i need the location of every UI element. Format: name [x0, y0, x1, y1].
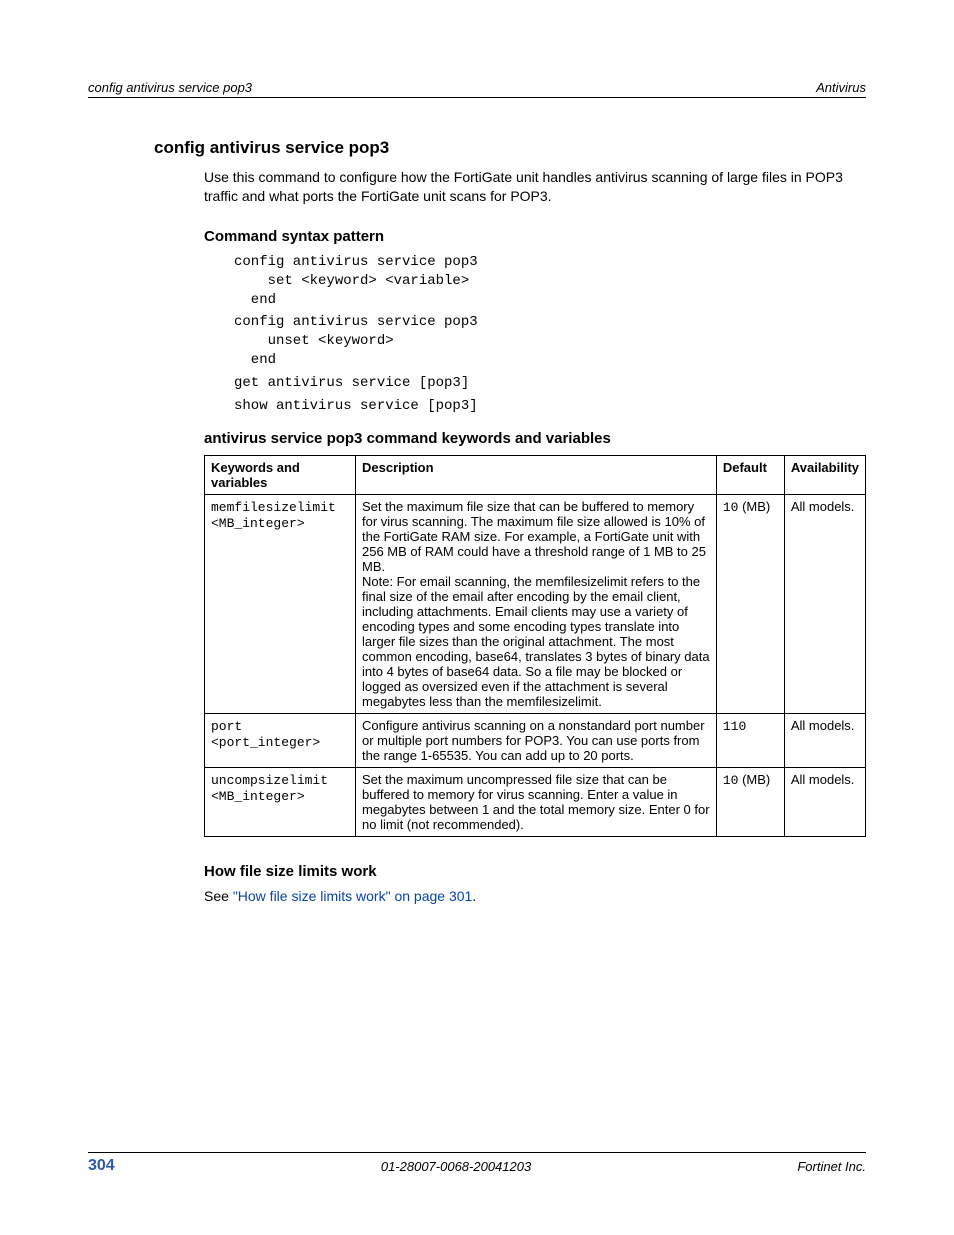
th-description: Description [356, 455, 717, 494]
code-line-show: show antivirus service [pop3] [234, 397, 866, 416]
table-header-row: Keywords and variables Description Defau… [205, 455, 866, 494]
footer-company: Fortinet Inc. [797, 1159, 866, 1174]
intro-text: Use this command to configure how the Fo… [204, 168, 866, 206]
table-row: uncompsizelimit <MB_integer> Set the max… [205, 767, 866, 836]
th-keywords: Keywords and variables [205, 455, 356, 494]
default-mono: 10 [723, 500, 739, 515]
howworks-heading: How file size limits work [204, 863, 866, 880]
table-row: port <port_integer> Configure antivirus … [205, 713, 866, 767]
cell-keyword: port <port_integer> [205, 713, 356, 767]
howworks-suffix: . [472, 888, 476, 904]
cell-avail: All models. [784, 713, 865, 767]
kw-arg: <MB_integer> [211, 516, 305, 531]
syntax-heading: Command syntax pattern [204, 228, 866, 245]
header-left: config antivirus service pop3 [88, 80, 252, 95]
cell-desc: Set the maximum file size that can be bu… [356, 494, 717, 713]
default-unit: (MB) [738, 499, 770, 514]
howworks-text: See "How file size limits work" on page … [204, 888, 866, 904]
footer-page-number: 304 [88, 1157, 115, 1175]
howworks-link[interactable]: "How file size limits work" on page 301 [233, 888, 472, 904]
kw-arg: <MB_integer> [211, 789, 305, 804]
cell-default: 10 (MB) [716, 494, 784, 713]
page-header: config antivirus service pop3 Antivirus [88, 80, 866, 98]
code-block-set: config antivirus service pop3 set <keywo… [234, 253, 866, 310]
th-availability: Availability [784, 455, 865, 494]
howworks-prefix: See [204, 888, 233, 904]
kw-name: memfilesizelimit [211, 500, 336, 515]
cell-keyword: uncompsizelimit <MB_integer> [205, 767, 356, 836]
cell-avail: All models. [784, 494, 865, 713]
cell-desc: Set the maximum uncompressed file size t… [356, 767, 717, 836]
code-line-get: get antivirus service [pop3] [234, 374, 866, 393]
kw-name: uncompsizelimit [211, 773, 328, 788]
footer-doc-id: 01-28007-0068-20041203 [381, 1159, 531, 1174]
table-heading: antivirus service pop3 command keywords … [204, 430, 866, 447]
code-block-unset: config antivirus service pop3 unset <key… [234, 313, 866, 370]
table-row: memfilesizelimit <MB_integer> Set the ma… [205, 494, 866, 713]
default-unit: (MB) [738, 772, 770, 787]
keywords-table: Keywords and variables Description Defau… [204, 455, 866, 837]
kw-arg: <port_integer> [211, 735, 320, 750]
section-title: config antivirus service pop3 [154, 138, 866, 158]
kw-name: port [211, 719, 242, 734]
default-mono: 110 [723, 719, 746, 734]
th-default: Default [716, 455, 784, 494]
header-right: Antivirus [816, 80, 866, 95]
cell-avail: All models. [784, 767, 865, 836]
cell-default: 10 (MB) [716, 767, 784, 836]
cell-keyword: memfilesizelimit <MB_integer> [205, 494, 356, 713]
cell-desc: Configure antivirus scanning on a nonsta… [356, 713, 717, 767]
default-mono: 10 [723, 773, 739, 788]
cell-default: 110 [716, 713, 784, 767]
page-footer: 304 01-28007-0068-20041203 Fortinet Inc. [88, 1152, 866, 1175]
